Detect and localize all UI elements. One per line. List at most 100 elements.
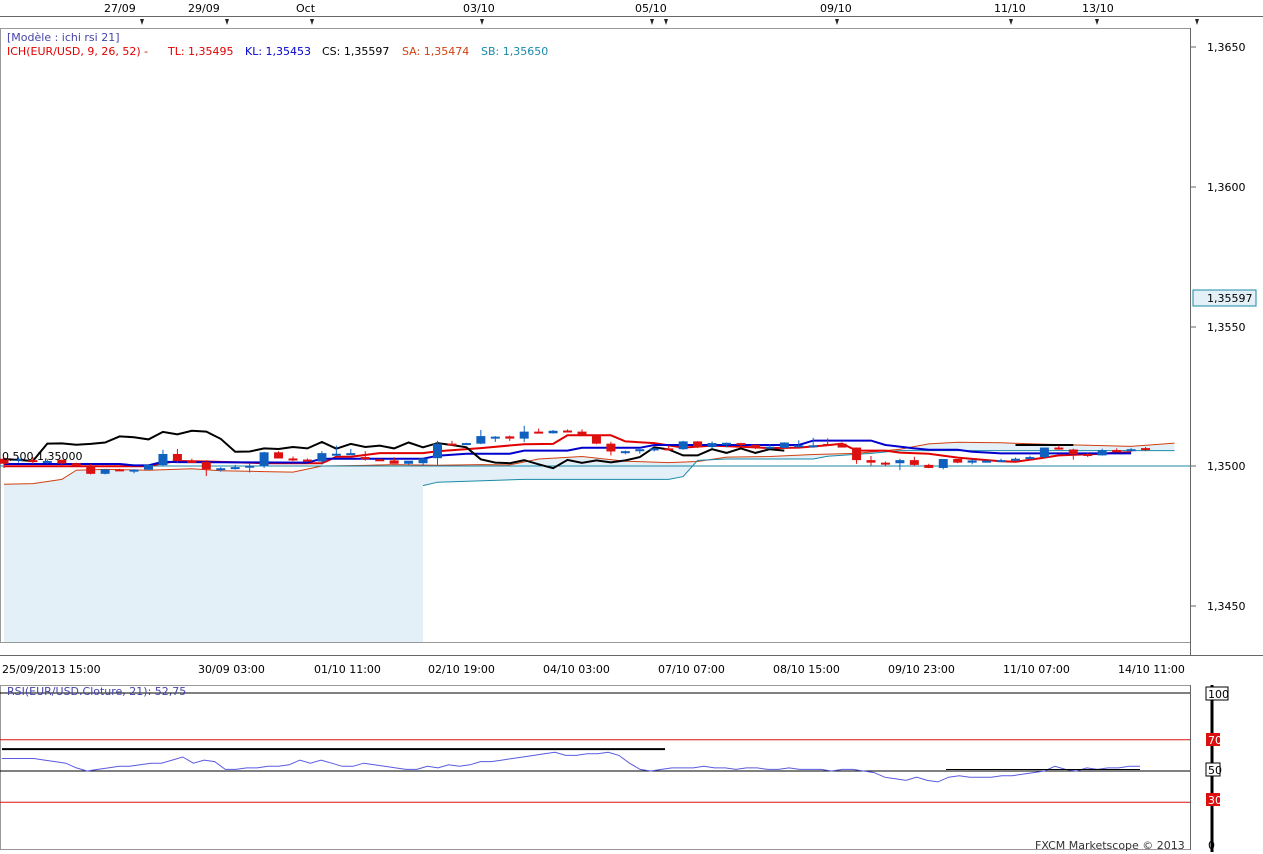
candle xyxy=(158,449,168,466)
candle xyxy=(606,441,616,456)
candle xyxy=(288,456,298,461)
candle xyxy=(404,460,414,465)
candle xyxy=(346,448,356,456)
candle xyxy=(1039,447,1049,458)
bottom-date-label: 14/10 11:00 xyxy=(1118,663,1185,676)
candle-body xyxy=(808,445,818,448)
candle-body xyxy=(490,436,500,439)
session-marker-icon xyxy=(1195,19,1199,25)
candle-body xyxy=(461,443,471,446)
candle-body xyxy=(317,453,327,462)
candle-body xyxy=(967,460,977,463)
candle-body xyxy=(447,443,457,446)
candle-body xyxy=(86,465,96,474)
candle xyxy=(274,451,284,459)
top-date-label: 13/10 xyxy=(1082,2,1114,15)
candle-body xyxy=(476,436,486,444)
candle-body xyxy=(144,464,153,470)
candle-body xyxy=(505,436,515,439)
candle-body xyxy=(924,464,934,468)
candle xyxy=(938,459,948,470)
candle-body xyxy=(577,431,587,436)
candle xyxy=(678,440,688,450)
kl-value: KL: 1,35453 xyxy=(245,45,311,58)
candle-body xyxy=(331,453,341,456)
bottom-date-labels: 25/09/2013 15:00 30/09 03:00 01/10 11:00… xyxy=(2,663,1185,676)
price-tick-label: 1,3500 xyxy=(1207,460,1246,473)
candle xyxy=(808,437,818,448)
candle-body xyxy=(534,431,544,434)
top-date-label: 05/10 xyxy=(635,2,667,15)
candle xyxy=(476,429,486,445)
candle-body xyxy=(115,469,125,472)
candle-body xyxy=(664,448,674,451)
candle-body xyxy=(230,467,240,470)
rsi-line xyxy=(2,751,1140,783)
candle xyxy=(144,464,153,470)
rsi-label: RSI(EUR/USD.Cloture, 21): 52,75 xyxy=(7,685,186,698)
candle xyxy=(693,441,703,448)
session-marker-icon xyxy=(664,19,668,25)
candle-body xyxy=(548,430,558,434)
session-marker-icon xyxy=(1009,19,1013,25)
candle xyxy=(823,438,833,446)
bottom-date-label: 02/10 19:00 xyxy=(428,663,495,676)
bottom-date-label: 11/10 07:00 xyxy=(1003,663,1070,676)
candle xyxy=(577,429,587,436)
candle-body xyxy=(302,459,312,462)
price-tick-label: 1,3550 xyxy=(1207,321,1246,334)
candle-body xyxy=(1039,447,1049,458)
candle-body xyxy=(172,453,182,461)
candle-body xyxy=(880,462,890,465)
candle xyxy=(620,450,630,455)
session-marker-icon xyxy=(1095,19,1099,25)
session-marker-icon xyxy=(480,19,484,25)
candle-body xyxy=(750,444,760,448)
candle xyxy=(982,460,992,463)
rsi-tick-label: 30 xyxy=(1208,794,1222,807)
candle-body xyxy=(245,465,255,468)
candle-body xyxy=(201,462,211,470)
candle-body xyxy=(794,445,804,448)
candle-body xyxy=(100,469,110,474)
price-tick-label: 1,3650 xyxy=(1207,41,1246,54)
top-date-label: 27/09 xyxy=(104,2,136,15)
price-axis-labels: 1,3650 1,3600 1,3550 1,3500 1,3450 xyxy=(1190,41,1246,613)
candle-body xyxy=(909,460,919,465)
candle-body xyxy=(158,453,168,466)
bottom-date-label: 04/10 03:00 xyxy=(543,663,610,676)
chart-svg: 27/09 29/09 Oct 03/10 05/10 09/10 11/10 … xyxy=(0,2,1263,852)
rsi-axis-labels: 100 70 50 30 0 xyxy=(1205,686,1229,852)
candle-body xyxy=(404,460,414,464)
candle-body xyxy=(591,435,601,444)
candle-body xyxy=(765,446,775,449)
candle-body xyxy=(1126,449,1136,452)
watermark: FXCM Marketscope © 2013 xyxy=(1035,839,1185,852)
top-date-label: Oct xyxy=(296,2,316,15)
candle-body xyxy=(620,451,630,454)
candle xyxy=(591,434,601,445)
ichimoku-cloud xyxy=(0,441,1190,642)
bottom-date-label: 08/10 15:00 xyxy=(773,663,840,676)
bottom-date-label: 01/10 11:00 xyxy=(314,663,381,676)
sa-value: SA: 1,35474 xyxy=(402,45,469,58)
ich-label: ICH(EUR/USD, 9, 26, 52) - xyxy=(7,45,148,58)
top-date-markers[interactable] xyxy=(140,19,1199,25)
candle-body xyxy=(823,443,833,446)
hline-label: 0,500 1,35000 xyxy=(2,450,82,463)
candle-body xyxy=(418,458,428,464)
candle xyxy=(519,425,529,443)
candle-body xyxy=(996,460,1006,463)
session-marker-icon xyxy=(140,19,144,25)
candle xyxy=(548,429,558,434)
candle-body xyxy=(649,448,659,451)
candle-body xyxy=(707,443,717,447)
top-date-label: 29/09 xyxy=(188,2,220,15)
candle xyxy=(635,449,645,454)
candle-body xyxy=(288,458,298,461)
candle xyxy=(100,469,110,475)
candle-body xyxy=(129,469,139,472)
candle-body xyxy=(866,460,876,463)
candle xyxy=(953,459,963,464)
top-date-label: 11/10 xyxy=(994,2,1026,15)
